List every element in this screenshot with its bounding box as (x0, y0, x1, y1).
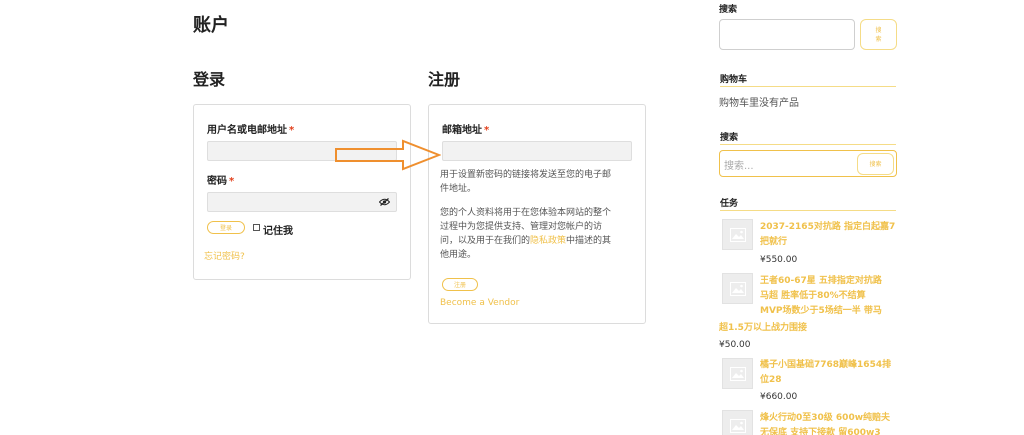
sidebar-search-label: 搜索 (719, 5, 738, 15)
task-thumbnail[interactable] (722, 219, 753, 250)
sidebar-search2-label: 搜索 (720, 133, 739, 143)
task-price: ¥550.00 (760, 255, 798, 265)
task-price: ¥660.00 (760, 392, 798, 402)
sidebar-search-input[interactable] (719, 19, 855, 50)
login-button[interactable]: 登录 (207, 221, 245, 234)
image-placeholder-icon (729, 418, 746, 433)
task-title-overflow[interactable]: 超1.5万以上战力围接 (719, 321, 807, 336)
task-title[interactable]: 烽火行动0至30级 600w纯赔夫 无保底 支持下接款 留600w3 (760, 411, 890, 435)
register-heading: 注册 (428, 70, 461, 89)
privacy-policy-link[interactable]: 隐私政策 (530, 236, 566, 246)
become-vendor-link[interactable]: Become a Vendor (440, 298, 519, 308)
lost-password-link[interactable]: 忘记密码? (204, 249, 245, 262)
page-title: 账户 (193, 15, 229, 36)
register-button[interactable]: 注册 (442, 278, 478, 291)
tasks-label: 任务 (720, 199, 739, 209)
password-input[interactable] (207, 192, 397, 212)
search2-divider (720, 144, 896, 145)
sidebar-search2-button[interactable]: 搜索 (857, 153, 894, 175)
remember-me-checkbox[interactable] (253, 224, 260, 231)
image-placeholder-icon (729, 227, 746, 242)
task-thumbnail[interactable] (722, 273, 753, 304)
remember-me-label: 记住我 (263, 226, 293, 237)
hide-password-icon[interactable] (379, 198, 390, 206)
task-thumbnail[interactable] (722, 410, 753, 435)
tasks-divider (720, 210, 896, 211)
task-title[interactable]: 橘子小国基础7768巅峰1654排 位28 (760, 358, 891, 388)
password-label: 密码 * (207, 176, 235, 187)
password-hint-text: 用于设置新密码的链接将发送至您的电子邮 件地址。 (440, 170, 612, 194)
task-title[interactable]: 2037-2165对抗路 指定白起嘉7 把就行 (760, 220, 895, 250)
annotation-arrow-icon (335, 139, 441, 171)
sidebar-search2-input[interactable]: 搜索... (724, 157, 754, 172)
cart-label: 购物车 (720, 75, 748, 85)
cart-divider (720, 86, 896, 87)
task-price: ¥50.00 (719, 340, 751, 350)
task-thumbnail[interactable] (722, 358, 753, 389)
email-input[interactable] (442, 141, 632, 161)
login-heading: 登录 (193, 70, 226, 89)
username-label: 用户名或电邮地址 * (207, 125, 295, 136)
privacy-text: 您的个人资料将用于在您体验本网站的整个 过程中为您提供支持、管理对您帐户的访 问… (440, 208, 612, 260)
image-placeholder-icon (729, 281, 746, 296)
task-title[interactable]: 王者60-67星 五排指定对抗路 马超 胜率低于80%不结算 MVP场数少于5场… (760, 274, 882, 319)
cart-empty-text: 购物车里没有产品 (719, 98, 799, 109)
image-placeholder-icon (729, 366, 746, 381)
email-label: 邮箱地址 * (442, 125, 490, 136)
sidebar-search-button[interactable]: 搜索 (860, 19, 897, 50)
